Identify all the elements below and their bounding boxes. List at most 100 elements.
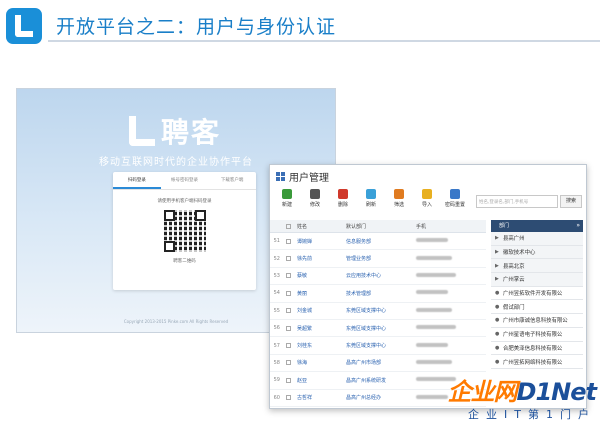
toolbar-button[interactable]: 密码重置 bbox=[442, 189, 468, 213]
row-checkbox[interactable] bbox=[282, 290, 294, 296]
row-index: 52 bbox=[273, 255, 280, 262]
toolbar-button[interactable]: 删除 bbox=[330, 189, 356, 213]
col-phone[interactable]: 手机 bbox=[416, 223, 486, 230]
user-name-link[interactable]: 刘桂东 bbox=[294, 342, 346, 349]
toolbar-icon bbox=[282, 189, 292, 199]
user-dept-link[interactable]: 昌高广州市场部 bbox=[346, 359, 416, 366]
search-input[interactable]: 姓名,登录名,部门,手机号 bbox=[476, 195, 558, 208]
dept-item[interactable]: ▶ 徽软技术中心 bbox=[491, 245, 583, 260]
tab-download-client[interactable]: 下载客户端 bbox=[208, 172, 256, 189]
dept-panel: 部门 » ▶ 县高广州 ▶ 徽软技术中心 ▶ 县高北京 ▶ 广州掌云 ● 广州昱拓软件开发有限公 ●… bbox=[491, 220, 583, 369]
user-phone-redacted bbox=[416, 272, 486, 279]
watermark-slogan: 企业IT第1门户 bbox=[468, 408, 596, 421]
row-index: 59 bbox=[273, 377, 280, 384]
row-index: 60 bbox=[273, 394, 280, 401]
row-checkbox[interactable] bbox=[282, 256, 294, 262]
user-dept-link[interactable]: 管理业务部 bbox=[346, 255, 416, 262]
expand-arrow-icon: ▶ bbox=[495, 262, 499, 269]
grid-icon bbox=[276, 171, 285, 181]
table-row[interactable]: 51 谭婉婵 信息服务部 bbox=[270, 233, 486, 251]
user-phone-redacted bbox=[416, 342, 486, 349]
user-name-link[interactable]: 吴超繁 bbox=[294, 325, 346, 332]
user-dept-link[interactable]: 云应用技术中心 bbox=[346, 272, 416, 279]
user-name-link[interactable]: 徐海 bbox=[294, 359, 346, 366]
dept-item[interactable]: ▶ 县高广州 bbox=[491, 232, 583, 246]
expand-arrow-icon: ▶ bbox=[495, 249, 499, 256]
user-name-link[interactable]: 徐先前 bbox=[294, 255, 346, 262]
bullet-icon: ● bbox=[495, 303, 500, 310]
row-checkbox[interactable] bbox=[282, 273, 294, 279]
user-name-link[interactable]: 蔡敏 bbox=[294, 272, 346, 279]
toolbar-button[interactable]: 导入 bbox=[414, 189, 440, 213]
user-name-link[interactable]: 黄丽 bbox=[294, 290, 346, 297]
toolbar-button[interactable]: 修改 bbox=[302, 189, 328, 213]
row-index: 55 bbox=[273, 307, 280, 314]
row-checkbox[interactable] bbox=[282, 343, 294, 349]
dept-item[interactable]: ● 广州昱拓软件开发有限公 bbox=[491, 287, 583, 301]
row-checkbox[interactable] bbox=[282, 395, 294, 401]
table-row[interactable]: 56 吴超繁 东莞区域支撑中心 bbox=[270, 320, 486, 338]
user-dept-link[interactable]: 东莞区域支撑中心 bbox=[346, 342, 416, 349]
bullet-icon: ● bbox=[495, 344, 500, 351]
row-index: 51 bbox=[273, 238, 280, 245]
tab-qr-login[interactable]: 扫码登录 bbox=[113, 172, 161, 189]
table-row[interactable]: 55 刘金城 东莞区域支撑中心 bbox=[270, 303, 486, 320]
row-index: 54 bbox=[273, 290, 280, 297]
slide-logo bbox=[6, 8, 42, 44]
toolbar-button[interactable]: 筛选 bbox=[386, 189, 412, 213]
dept-item[interactable]: ▶ 广州掌云 bbox=[491, 273, 583, 287]
search-button[interactable]: 搜索 bbox=[560, 195, 582, 208]
user-dept-link[interactable]: 东莞区域支撑中心 bbox=[346, 307, 416, 314]
toolbar-icon bbox=[450, 189, 460, 199]
toolbar-button[interactable]: 刷新 bbox=[358, 189, 384, 213]
table-row[interactable]: 58 徐海 昌高广州市场部 bbox=[270, 355, 486, 373]
expand-arrow-icon: ▶ bbox=[495, 235, 499, 242]
login-card: 扫码登录 帐号密码登录 下载客户端 请使用手机客户端扫码登录 聘客二维码 bbox=[113, 172, 256, 290]
user-dept-link[interactable]: 信息服务部 bbox=[346, 238, 416, 245]
login-hint: 请使用手机客户端扫码登录 bbox=[157, 199, 212, 204]
toolbar-icon bbox=[338, 189, 348, 199]
watermark-logo: 企业网D1Net bbox=[447, 378, 597, 406]
row-checkbox[interactable] bbox=[282, 308, 294, 314]
brand-logo-icon bbox=[129, 116, 155, 146]
table-row[interactable]: 54 黄丽 技术管理部 bbox=[270, 285, 486, 303]
row-checkbox[interactable] bbox=[282, 360, 294, 366]
dept-item[interactable]: ● 广州昱拓网络科技有限公 bbox=[491, 355, 583, 369]
bullet-icon: ● bbox=[495, 317, 500, 324]
toolbar-icon bbox=[422, 189, 432, 199]
row-checkbox[interactable] bbox=[282, 377, 294, 383]
expand-arrow-icon: ▶ bbox=[495, 276, 499, 283]
col-dept[interactable]: 默认部门 bbox=[346, 223, 416, 230]
dept-item[interactable]: ● 合肥美泽信息科技有限公 bbox=[491, 342, 583, 356]
user-name-link[interactable]: 赵亚 bbox=[294, 377, 346, 384]
user-dept-link[interactable]: 东莞区域支撑中心 bbox=[346, 325, 416, 332]
um-header: 用户管理 bbox=[270, 165, 586, 187]
toolbar-button[interactable]: 新建 bbox=[274, 189, 300, 213]
user-dept-link[interactable]: 昌高广州总经办 bbox=[346, 394, 416, 401]
dept-item[interactable]: ● 假试部门 bbox=[491, 300, 583, 315]
table-row[interactable]: 57 刘桂东 东莞区域支撑中心 bbox=[270, 337, 486, 355]
row-checkbox[interactable] bbox=[282, 238, 294, 244]
user-dept-link[interactable]: 技术管理部 bbox=[346, 290, 416, 297]
dept-item[interactable]: ● 广州市康诚信息科技有限公 bbox=[491, 314, 583, 328]
toolbar-icon bbox=[394, 189, 404, 199]
user-dept-link[interactable]: 昌高广州系统研发 bbox=[346, 377, 416, 384]
bullet-icon: ● bbox=[495, 331, 500, 338]
user-name-link[interactable]: 刘金城 bbox=[294, 307, 346, 314]
title-divider bbox=[48, 40, 600, 42]
user-name-link[interactable]: 古哲祥 bbox=[294, 394, 346, 401]
toolbar-icon bbox=[366, 189, 376, 199]
dept-item[interactable]: ● 广州星语电子科技有限公 bbox=[491, 328, 583, 342]
row-checkbox[interactable] bbox=[282, 325, 294, 331]
expand-icon[interactable]: » bbox=[576, 220, 580, 232]
select-all-checkbox[interactable] bbox=[282, 223, 294, 229]
dept-item[interactable]: ▶ 县高北京 bbox=[491, 259, 583, 274]
table-row[interactable]: 52 徐先前 管理业务部 bbox=[270, 250, 486, 268]
row-index: 53 bbox=[273, 272, 280, 279]
table-row[interactable]: 53 蔡敏 云应用技术中心 bbox=[270, 268, 486, 286]
brand-name: 聘客 bbox=[161, 116, 222, 149]
user-name-link[interactable]: 谭婉婵 bbox=[294, 238, 346, 245]
user-phone-redacted bbox=[416, 290, 486, 296]
col-name[interactable]: 姓名 bbox=[294, 223, 346, 230]
tab-password-login[interactable]: 帐号密码登录 bbox=[161, 172, 209, 189]
